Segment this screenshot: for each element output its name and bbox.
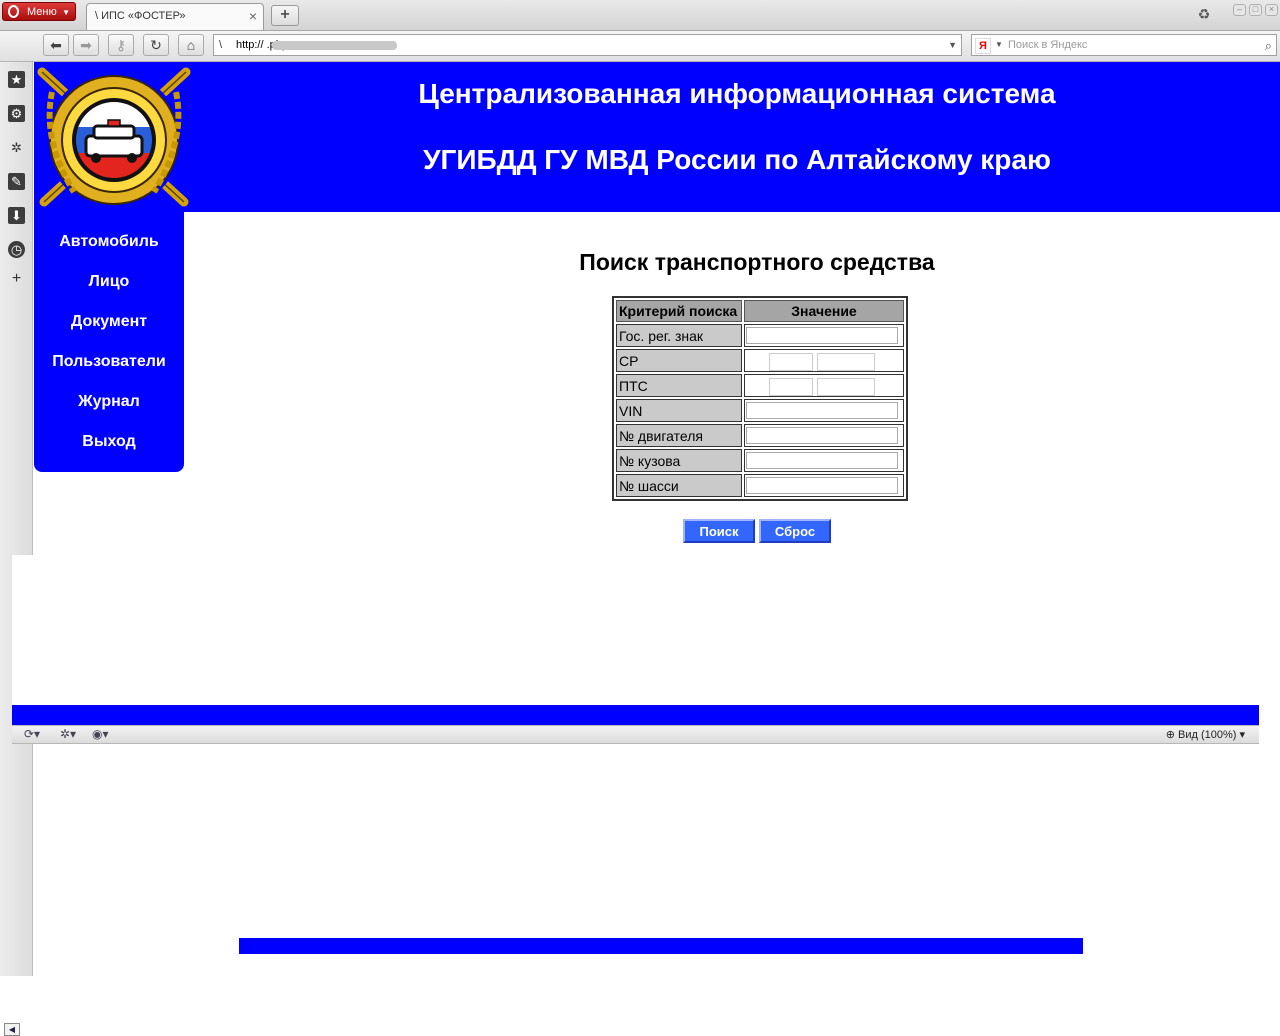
chassis-number-input[interactable] (746, 477, 898, 494)
browser-status-bar: ⟳▾ ✲▾ ◉▾ ⊕ Вид (100%) ▾ (12, 725, 1259, 744)
sr-series-input[interactable] (769, 352, 813, 371)
menu-item-person[interactable]: Лицо (34, 273, 184, 291)
downloads-icon[interactable]: ⬇ (8, 207, 25, 224)
header-title-line2: УГИБДД ГУ МВД России по Алтайскому краю (423, 144, 1051, 175)
engine-number-input[interactable] (746, 427, 898, 444)
browser-navigation-bar: ⬅ ➡ ⚷ ↻ ⌂ \ http:// .php ▼ Я ▼ ⌕ (0, 31, 1280, 62)
row-value-cell (744, 349, 904, 372)
panel-toggle-button[interactable]: ◀ (4, 1023, 20, 1036)
menu-item-automobile[interactable]: Автомобиль (34, 233, 184, 251)
url-redaction (272, 41, 397, 50)
new-tab-button[interactable]: + (271, 5, 299, 26)
close-icon[interactable]: × (249, 8, 257, 24)
site-nav-menu: Автомобиль Лицо Документ Пользователи Жу… (34, 212, 184, 472)
browser-tab[interactable]: \ ИПС «ФОСТЕР» × (86, 3, 264, 30)
browser-side-panel: ★ ⚙ ✲ ✎ ⬇ ◷ + ◀ (0, 62, 33, 1036)
widgets-icon[interactable]: ⚙ (8, 105, 25, 122)
overlay-panel (12, 555, 1259, 705)
key-icon[interactable]: ⚷ (108, 34, 134, 56)
chevron-down-icon: ▼ (62, 8, 70, 17)
window-close-button[interactable]: × (1265, 4, 1278, 16)
pts-number-input[interactable] (817, 377, 875, 396)
notes-icon[interactable]: ✎ (8, 173, 25, 190)
reset-button[interactable]: Сброс (759, 519, 831, 543)
row-label-vin: VIN (616, 399, 742, 422)
table-header-row: Критерий поиска Значение (616, 300, 904, 322)
row-value-cell (744, 424, 904, 447)
browser-menu-label: Меню (27, 6, 57, 18)
search-icon[interactable]: ⌕ (1265, 36, 1272, 56)
row-value-cell (744, 449, 904, 472)
tab-title: \ ИПС «ФОСТЕР» (95, 10, 186, 22)
table-row: Гос. рег. знак (616, 324, 904, 347)
menu-item-logout[interactable]: Выход (34, 433, 184, 451)
row-value-cell (744, 374, 904, 397)
bookmarks-icon[interactable]: ★ (8, 71, 25, 88)
page-title: Поиск транспортного средства (579, 249, 935, 275)
search-button[interactable]: Поиск (683, 519, 755, 543)
zoom-label: Вид (100%) (1177, 729, 1237, 741)
sync-icon[interactable]: ⟳▾ (24, 727, 40, 741)
site-header: Централизованная информационная система … (34, 62, 1280, 212)
opera-logo-icon (8, 5, 19, 18)
chevron-down-icon[interactable]: ▼ (995, 35, 1003, 55)
body-number-input[interactable] (746, 452, 898, 469)
search-input[interactable] (1008, 37, 1248, 53)
add-panel-icon[interactable]: + (8, 270, 25, 287)
footer-bar (239, 938, 1083, 954)
table-row: VIN (616, 399, 904, 422)
vin-input[interactable] (746, 402, 898, 419)
header-title-line1: Централизованная информационная система (418, 78, 1056, 109)
chevron-down-icon: ▾ (1239, 729, 1245, 741)
forward-button[interactable]: ➡ (73, 34, 99, 56)
column-header-criteria: Критерий поиска (616, 300, 742, 322)
table-row: № кузова (616, 449, 904, 472)
row-label-chassis: № шасси (616, 474, 742, 497)
row-label-pts: ПТС (616, 374, 742, 397)
row-label-engine: № двигателя (616, 424, 742, 447)
reload-button[interactable]: ↻ (143, 34, 169, 56)
search-box: Я ▼ ⌕ (971, 34, 1277, 56)
row-value-cell (744, 324, 904, 347)
row-value-cell (744, 474, 904, 497)
row-label-plate: Гос. рег. знак (616, 324, 742, 347)
menu-item-users[interactable]: Пользователи (34, 353, 184, 371)
sr-number-input[interactable] (817, 352, 875, 371)
row-value-cell (744, 399, 904, 422)
yandex-icon[interactable]: Я (975, 38, 991, 54)
page-icon: \ (219, 39, 223, 51)
unite-status-icon[interactable]: ✲▾ (60, 727, 76, 741)
table-row: СР (616, 349, 904, 372)
vehicle-search-table: Критерий поиска Значение Гос. рег. знак … (612, 296, 908, 501)
chevron-down-icon[interactable]: ▼ (948, 35, 957, 55)
table-row: № двигателя (616, 424, 904, 447)
column-header-value: Значение (744, 300, 904, 322)
row-label-body: № кузова (616, 449, 742, 472)
zoom-control[interactable]: ⊕ Вид (100%) ▾ (1166, 728, 1245, 741)
pts-series-input[interactable] (769, 377, 813, 396)
trash-icon[interactable]: ♻ (1196, 6, 1212, 24)
menu-item-journal[interactable]: Журнал (34, 393, 184, 411)
zoom-icon: ⊕ (1165, 729, 1175, 741)
home-button[interactable]: ⌂ (178, 34, 204, 56)
address-bar[interactable]: \ http:// .php ▼ (213, 34, 962, 56)
minimize-button[interactable]: – (1233, 4, 1246, 16)
maximize-button[interactable]: □ (1249, 4, 1262, 16)
plate-number-input[interactable] (746, 327, 898, 344)
overlay-blue-bar (12, 705, 1259, 725)
table-row: № шасси (616, 474, 904, 497)
back-button[interactable]: ⬅ (43, 34, 69, 56)
table-row: ПТС (616, 374, 904, 397)
turbo-icon[interactable]: ◉▾ (92, 727, 109, 741)
row-label-sr: СР (616, 349, 742, 372)
browser-tab-strip: Меню ▼ \ ИПС «ФОСТЕР» × + ♻ – □ × (0, 0, 1280, 31)
unite-icon[interactable]: ✲ (8, 139, 25, 156)
history-icon[interactable]: ◷ (8, 241, 25, 258)
gibdd-emblem-logo (37, 67, 191, 208)
menu-item-document[interactable]: Документ (34, 313, 184, 331)
browser-menu-button[interactable]: Меню ▼ (2, 2, 76, 21)
